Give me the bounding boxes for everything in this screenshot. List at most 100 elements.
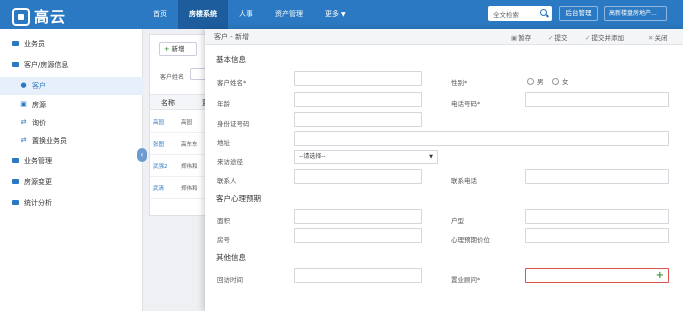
radio-label: 女 — [562, 78, 569, 86]
submit-add-button[interactable]: ✓提交并添加 — [585, 32, 624, 42]
sidebar-item-label: 房源变更 — [24, 178, 52, 186]
plus-icon: + — [164, 45, 170, 53]
label-layout: 户型 — [451, 217, 464, 225]
folder-open-icon — [12, 61, 19, 67]
sidebar-item-label: 置换业务员 — [32, 137, 67, 145]
nav-more-label: 更多 — [325, 10, 339, 18]
add-button-label: 新增 — [171, 45, 185, 53]
sidebar-item-customer[interactable]: ● 客户 — [0, 77, 143, 95]
gender-radio-male[interactable]: 男 — [527, 76, 544, 86]
folder-icon — [12, 40, 19, 46]
close-button-label: 关闭 — [654, 34, 668, 42]
label-room-no: 房号 — [217, 236, 230, 244]
source-select[interactable]: --请选择-- ▼ — [294, 150, 438, 164]
age-input[interactable] — [294, 92, 422, 107]
area-input[interactable] — [294, 209, 422, 224]
main-nav: 首页 房楼系统 人事 资产管理 更多 ▼ — [142, 0, 357, 29]
contact-input[interactable] — [294, 169, 422, 184]
row-cell-property: 高园 — [181, 120, 193, 126]
column-header-name[interactable]: 名称 — [161, 98, 175, 108]
row-cell-property: 高东东 — [181, 142, 198, 148]
submit-button-label: 提交 — [554, 34, 568, 42]
label-address: 地址 — [217, 139, 230, 147]
sidebar-item-label: 业务管理 — [24, 157, 52, 165]
radio-label: 男 — [537, 78, 544, 86]
room-no-input[interactable] — [294, 228, 422, 243]
radio-circle — [552, 77, 559, 85]
swap-icon: ⇄ — [20, 135, 27, 144]
sidebar: 业务员 客户/房源信息 ● 客户 ▣ 房源 ⇄ 询价 ⇄ 置换业务员 业务管理 房源变更… — [0, 29, 143, 311]
global-search[interactable]: 全文检索 — [488, 6, 552, 21]
visit-time-input[interactable] — [294, 268, 422, 283]
sidebar-item-label: 客户 — [32, 82, 46, 90]
nav-more[interactable]: 更多 ▼ — [314, 0, 357, 29]
nav-hr[interactable]: 人事 — [228, 0, 264, 29]
label-gender: 性别* — [451, 79, 468, 87]
sidebar-item-label: 询价 — [32, 119, 46, 127]
row-cell-name[interactable]: 武清 — [153, 184, 164, 192]
label-source: 来访途径 — [217, 158, 243, 166]
sidebar-item-business[interactable]: 业务管理 — [0, 152, 143, 170]
sidebar-item-customer-property[interactable]: 客户/房源信息 — [0, 56, 143, 74]
row-cell-name[interactable]: 张图 — [153, 140, 164, 148]
label-consultant: 置业顾问* — [451, 276, 481, 284]
chevron-down-icon: ▼ — [341, 11, 346, 18]
close-button[interactable]: ✕关闭 — [648, 32, 667, 42]
search-icon[interactable] — [538, 8, 550, 20]
contact-phone-input[interactable] — [525, 169, 669, 184]
id-number-input[interactable] — [294, 112, 422, 127]
label-age: 年龄 — [217, 100, 230, 108]
radio-circle — [527, 77, 534, 85]
chevron-left-icon: ‹ — [140, 150, 144, 159]
row-cell-name[interactable]: 武强2 — [153, 162, 168, 170]
add-customer-button[interactable]: + 新增 — [159, 42, 197, 56]
sidebar-item-property-change[interactable]: 房源变更 — [0, 173, 143, 191]
folder-icon — [12, 157, 19, 163]
nav-home[interactable]: 首页 — [142, 0, 178, 29]
logo-icon — [12, 7, 30, 26]
folder-icon — [12, 199, 19, 205]
dialog-title: 客户 - 新增 — [214, 33, 249, 41]
label-area: 面积 — [217, 217, 230, 225]
sidebar-item-inquiry[interactable]: ⇄ 询价 — [0, 114, 143, 132]
nav-assets[interactable]: 资产管理 — [264, 0, 314, 29]
row-cell-property: 郑伟和 — [181, 186, 198, 192]
submit-add-button-label: 提交并添加 — [591, 34, 624, 42]
address-input[interactable] — [294, 131, 669, 146]
label-contact-phone: 联系电话 — [451, 177, 477, 185]
add-icon[interactable]: + — [656, 270, 664, 281]
label-phone: 电话号码* — [451, 100, 481, 108]
folder-icon — [12, 178, 19, 184]
section-title-basic: 基本信息 — [216, 55, 246, 64]
label-id-number: 身份证号码 — [217, 120, 250, 128]
phone-input[interactable] — [525, 92, 669, 107]
gender-radio-female[interactable]: 女 — [552, 76, 569, 86]
close-icon: ✕ — [648, 34, 654, 42]
user-menu-button[interactable]: 高新楼盘房地产... — [604, 6, 667, 21]
sidebar-item-label: 客户/房源信息 — [24, 61, 69, 69]
sidebar-collapse-handle[interactable]: ‹ — [137, 148, 147, 162]
sidebar-item-statistics[interactable]: 统计分析 — [0, 194, 143, 212]
sidebar-item-property[interactable]: ▣ 房源 — [0, 96, 143, 114]
app-logo[interactable]: 高云 — [12, 6, 66, 27]
logo-text: 高云 — [34, 8, 67, 26]
sidebar-item-label: 业务员 — [24, 40, 45, 48]
top-nav-bar: 高云 首页 房楼系统 人事 资产管理 更多 ▼ 全文检索 后台管理 高新楼盘房地产… — [0, 0, 683, 29]
expected-price-input[interactable] — [525, 228, 669, 243]
chevron-down-icon: ▼ — [429, 154, 433, 160]
dialog-header: 客户 - 新增 ▣暂存 ✓提交 ✓提交并添加 ✕关闭 — [205, 29, 683, 45]
submit-button[interactable]: ✓提交 — [548, 32, 567, 42]
consultant-input[interactable]: + — [525, 268, 669, 283]
customer-add-dialog: 客户 - 新增 ▣暂存 ✓提交 ✓提交并添加 ✕关闭 基本信息 客户姓名* 性别… — [205, 29, 683, 311]
row-cell-name[interactable]: 高园 — [153, 118, 164, 126]
customer-name-input[interactable] — [294, 71, 422, 86]
draft-button[interactable]: ▣暂存 — [511, 32, 531, 42]
label-customer-name: 客户姓名* — [217, 79, 247, 87]
layout-input[interactable] — [525, 209, 669, 224]
sidebar-item-salesperson[interactable]: 业务员 — [0, 35, 143, 53]
source-select-value: --请选择-- — [299, 153, 326, 160]
sidebar-item-replace-salesperson[interactable]: ⇄ 置换业务员 — [0, 132, 143, 150]
admin-button[interactable]: 后台管理 — [559, 6, 598, 21]
search-input[interactable]: 全文检索 — [488, 9, 538, 19]
nav-property-system[interactable]: 房楼系统 — [178, 0, 228, 29]
